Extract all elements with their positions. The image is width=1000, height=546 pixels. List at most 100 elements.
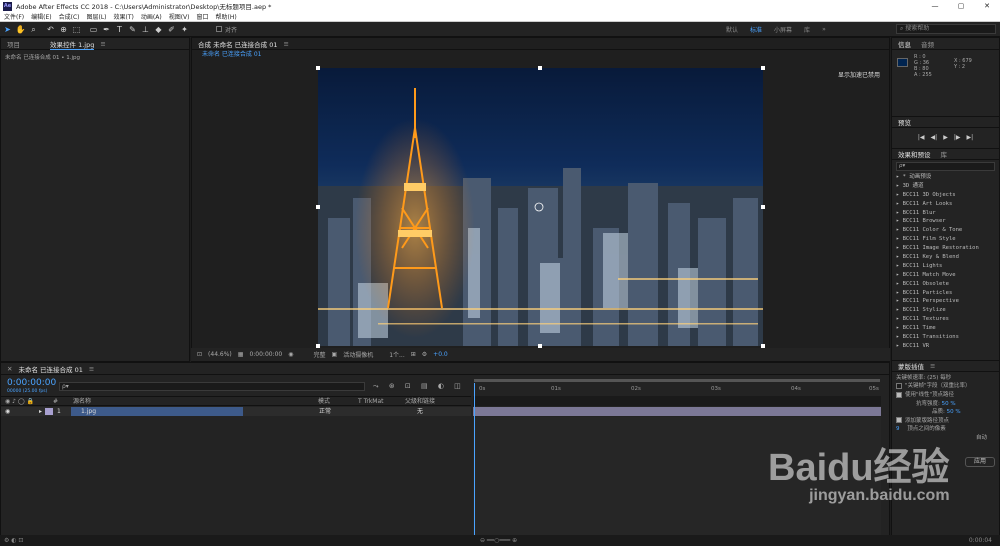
fx-item-16[interactable]: ▸ BCC11 Textures [892,315,999,324]
timeline-menu-icon[interactable]: ≡ [89,365,94,373]
menu-effect[interactable]: 效果(T) [114,12,134,21]
vertices-mode-dropdown[interactable]: 顶点之间的像素 [907,426,946,432]
close-tab-icon[interactable]: ✕ [7,365,12,373]
composition-viewer[interactable] [318,68,763,346]
timeline-search-input[interactable]: ρ▾ [59,382,365,391]
first-frame-button[interactable]: |◀ [918,134,925,141]
fx-item-7[interactable]: ▸ BCC11 Film Style [892,235,999,244]
fx-item-10[interactable]: ▸ BCC11 Lights [892,262,999,271]
fx-item-12[interactable]: ▸ BCC11 Obsolete [892,280,999,289]
play-button[interactable]: ▶ [943,134,948,141]
menu-view[interactable]: 视图(V) [169,12,190,21]
layer-mode-dropdown[interactable]: 正常 [319,407,331,416]
fx-item-1[interactable]: ▸ 3D 通道 [892,182,999,191]
align-checkbox[interactable] [216,26,222,32]
minimize-button[interactable]: — [922,0,948,12]
fx-item-11[interactable]: ▸ BCC11 Match Move [892,271,999,280]
fx-item-3[interactable]: ▸ BCC11 Art Looks [892,200,999,209]
fx-item-9[interactable]: ▸ BCC11 Key & Blend [892,253,999,262]
stiffness-value[interactable]: 50 % [942,401,956,407]
clone-stamp-tool-icon[interactable]: ⊥ [140,24,151,35]
settings-icon[interactable]: ⚙ [422,351,427,358]
camera-tool-icon[interactable]: ⊕ [58,24,69,35]
layer-name[interactable]: 1.jpg [71,407,243,416]
resize-handle-tr[interactable] [761,66,765,70]
source-name-header[interactable]: 源名称 [73,397,91,406]
work-area-bar[interactable] [474,379,880,382]
effects-search-input[interactable]: ρ▾ [896,162,995,171]
tab-audio[interactable]: 音频 [921,39,934,49]
fx-item-19[interactable]: ▸ BCC11 VR [892,342,999,351]
tab-info[interactable]: 信息 [898,39,911,49]
prev-frame-button[interactable]: ◀| [931,134,938,141]
quality-value[interactable]: 50 % [947,409,961,415]
pan-behind-tool-icon[interactable]: ⬚ [71,24,82,35]
menu-file[interactable]: 文件(F) [4,12,24,21]
panel-menu-icon[interactable]: ≡ [100,40,105,48]
fx-item-15[interactable]: ▸ BCC11 Stylize [892,306,999,315]
fx-item-17[interactable]: ▸ BCC11 Time [892,324,999,333]
resize-handle-top[interactable] [538,66,542,70]
zoom-tool-icon[interactable]: ⌕ [28,24,39,35]
expand-icon[interactable]: ▸ [39,407,42,416]
fx-item-6[interactable]: ▸ BCC11 Color & Tone [892,226,999,235]
toggle-icon[interactable]: ⊞ [411,351,416,358]
vertices-value[interactable]: 9 [896,426,900,432]
roto-brush-tool-icon[interactable]: ✐ [166,24,177,35]
workspace-small-screen[interactable]: 小屏幕 [774,25,792,34]
fx-item-0[interactable]: ▸ * 动画预设 [892,173,999,182]
keyframe-rate-dropdown[interactable]: (25) [927,375,938,381]
menu-animation[interactable]: 动画(A) [141,12,162,21]
time-ruler[interactable]: 0s 01s 02s 03s 04s 05s [473,383,881,395]
exposure-value[interactable]: +0.0 [433,351,448,358]
fx-item-8[interactable]: ▸ BCC11 Image Restoration [892,244,999,253]
type-tool-icon[interactable]: T [114,24,125,35]
menu-window[interactable]: 窗口 [196,12,208,21]
parent-header[interactable]: 父级和链接 [405,397,435,406]
playhead[interactable] [474,383,475,538]
fx-item-18[interactable]: ▸ BCC11 Transitions [892,333,999,342]
menu-composition[interactable]: 合成(C) [59,12,80,21]
region-icon[interactable]: ▣ [332,351,338,358]
last-frame-button[interactable]: ▶| [966,134,973,141]
rectangle-tool-icon[interactable]: ▭ [88,24,99,35]
always-preview-icon[interactable]: ⊡ [197,351,202,358]
close-button[interactable]: ✕ [974,0,1000,12]
maximize-button[interactable]: ▢ [948,0,974,12]
tab-library[interactable]: 库 [941,149,948,159]
timecode-display[interactable]: 0:00:00:00 [249,351,282,358]
zoom-dropdown[interactable]: (44.6%) [208,351,232,358]
fx-item-2[interactable]: ▸ BCC11 3D Objects [892,191,999,200]
mode-header[interactable]: 模式 [318,397,330,406]
layer-row[interactable]: ◉ ▸ 1 1.jpg 正常 无 [1,407,471,416]
layer-duration-bar[interactable] [473,407,881,416]
add-vertices-checkbox[interactable] [896,417,902,424]
tab-timeline-comp[interactable]: 未命名 已连接合成 01 [18,364,82,374]
apply-button[interactable]: 应用 [964,456,995,468]
help-search-input[interactable]: ⌕ 搜索帮助 [896,24,996,34]
fx-item-4[interactable]: ▸ BCC11 Blur [892,209,999,218]
layer-parent-dropdown[interactable]: 无 [417,407,423,416]
resize-handle-right[interactable] [761,205,765,209]
fx-item-14[interactable]: ▸ BCC11 Perspective [892,297,999,306]
selection-tool-icon[interactable]: ➤ [2,24,13,35]
hand-tool-icon[interactable]: ✋ [15,24,26,35]
workspace-default[interactable]: 默认 [726,25,738,34]
menu-help[interactable]: 帮助(H) [216,12,237,21]
keyframe-fields-checkbox[interactable] [896,382,902,389]
visibility-icon[interactable]: ◉ [5,407,10,416]
timeline-switches-icons[interactable]: ⤳ ⊛ ⊡ ▤ ◐ ◫ [373,382,461,391]
zoom-slider[interactable]: ⊖ ━━○━━━ ⊕ [480,537,517,544]
resize-handle-tl[interactable] [316,66,320,70]
brush-tool-icon[interactable]: ✎ [127,24,138,35]
grid-icon[interactable]: ▦ [238,351,244,358]
menu-layer[interactable]: 图层(L) [87,12,107,21]
resolution-dropdown[interactable]: 完整 [314,350,326,359]
next-frame-button[interactable]: |▶ [954,134,961,141]
pen-tool-icon[interactable]: ✒ [101,24,112,35]
workspace-overflow-icon[interactable]: » [822,26,826,33]
fx-item-13[interactable]: ▸ BCC11 Particles [892,289,999,298]
tab-mask-interpolation[interactable]: 蒙版插值 [898,361,924,371]
status-icons[interactable]: ⚙ ◐ ⊡ [4,537,23,544]
smoother-menu-icon[interactable]: ≡ [930,362,935,370]
